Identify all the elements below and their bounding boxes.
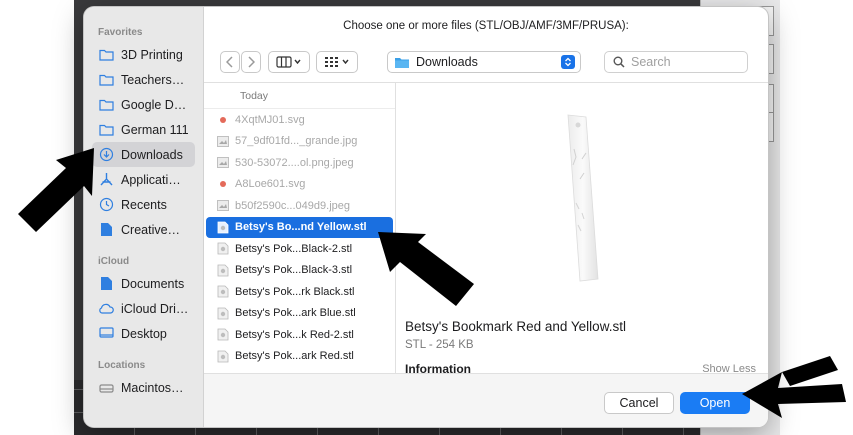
file-list[interactable]: Today 4XqtMJ01.svg 57_9df01fd..._grande.j… — [204, 83, 396, 373]
sidebar-item-label: iCloud Dri… — [121, 301, 189, 316]
file-name: 57_9df01fd..._grande.jpg — [235, 135, 358, 148]
folder-icon — [98, 47, 114, 63]
folder-icon — [98, 97, 114, 113]
annotation-arrow-icon — [18, 148, 94, 232]
sidebar-item-label: Google D… — [121, 97, 187, 112]
screen: Favorites 3D Printing Teachers… Google D… G… — [0, 0, 853, 435]
sidebar-item-german-111[interactable]: German 111 — [84, 117, 203, 142]
sidebar-item-label: Recents — [121, 197, 167, 212]
file-row[interactable]: 57_9df01fd..._grande.jpg — [204, 131, 395, 153]
folder-icon — [98, 72, 114, 88]
file-type-icon — [216, 285, 229, 298]
file-type-icon — [216, 199, 229, 212]
dialog-footer: Cancel Open — [204, 373, 768, 427]
file-type-icon — [216, 307, 229, 320]
file-row[interactable]: Betsy's Pok...ark Red.stl — [204, 346, 395, 368]
file-name: 530-53072....ol.png.jpeg — [235, 156, 354, 169]
preview-file-meta: STL - 254 KB — [405, 339, 474, 351]
folder-icon — [98, 122, 114, 138]
desktop-icon — [98, 326, 114, 342]
file-type-icon — [216, 264, 229, 277]
sidebar-item-label: Macintos… — [121, 380, 184, 395]
sidebar-item-teachers[interactable]: Teachers… — [84, 67, 203, 92]
sidebar-item-label: Documents — [121, 276, 185, 291]
sidebar-item-label: Creative… — [121, 222, 181, 237]
preview-filename: Betsy's Bookmark Red and Yellow.stl — [405, 319, 626, 334]
sidebar-item-label: 3D Printing — [121, 47, 183, 62]
location-popup[interactable]: Downloads — [387, 51, 581, 73]
file-name: Betsy's Pok...Black-2.stl — [235, 242, 353, 255]
file-row[interactable]: Betsy's Pok...ark Blue.stl — [204, 303, 395, 325]
file-name: Betsy's Bo...nd Yellow.stl — [235, 221, 367, 234]
sidebar-item-google-d[interactable]: Google D… — [84, 92, 203, 117]
file-name: 4XqtMJ01.svg — [235, 113, 305, 126]
sidebar-item-icloud-dri[interactable]: iCloud Dri… — [84, 296, 203, 321]
location-label: Downloads — [416, 55, 478, 69]
file-name: Betsy's Pok...ark Blue.stl — [235, 307, 356, 320]
file-row[interactable]: Betsy's Pok...k Red-2.stl — [204, 324, 395, 346]
file-name: Betsy's Pok...k Red-2.stl — [235, 328, 354, 341]
sidebar-item-label: Teachers… — [121, 72, 185, 87]
file-name: Betsy's Pok...ark Red.stl — [235, 350, 354, 363]
file-row[interactable]: b50f2590c...049d9.jpeg — [204, 195, 395, 217]
cancel-button[interactable]: Cancel — [604, 392, 674, 414]
sidebar-item-3d-printing[interactable]: 3D Printing — [84, 42, 203, 67]
sidebar-section-favorites: Favorites — [98, 27, 143, 38]
file-type-icon — [216, 113, 229, 126]
file-type-icon — [216, 242, 229, 255]
chevron-right-icon — [248, 56, 255, 68]
toolbar: Downloads Search — [204, 47, 768, 77]
file-name: A8Loe601.svg — [235, 178, 306, 191]
file-type-icon — [216, 328, 229, 341]
file-name: Betsy's Pok...Black-3.stl — [235, 264, 353, 277]
sidebar-item-label: Applicati… — [121, 172, 181, 187]
sidebar-item-label: Desktop — [121, 326, 167, 341]
sidebar-item-label: Downloads — [121, 147, 183, 162]
search-icon — [613, 56, 625, 68]
file-row[interactable]: 4XqtMJ01.svg — [204, 109, 395, 131]
sidebar-section-locations: Locations — [98, 360, 146, 371]
annotation-arrow-icon — [742, 356, 846, 418]
file-type-icon — [216, 178, 229, 191]
forward-button[interactable] — [241, 51, 261, 73]
document-icon — [98, 276, 114, 292]
file-type-icon — [216, 135, 229, 148]
sidebar-item-documents[interactable]: Documents — [84, 271, 203, 296]
annotation-arrow-icon — [378, 232, 474, 306]
dialog-title: Choose one or more files (STL/OBJ/AMF/3M… — [343, 20, 629, 32]
bookmark-preview-image — [567, 114, 599, 282]
disk-icon — [98, 380, 114, 396]
cloud-icon — [98, 301, 114, 317]
back-button[interactable] — [220, 51, 240, 73]
sidebar-item-label: German 111 — [121, 122, 189, 137]
search-field[interactable]: Search — [604, 51, 748, 73]
view-columns-button[interactable] — [268, 51, 310, 73]
file-type-icon — [216, 221, 229, 234]
file-type-icon — [216, 156, 229, 169]
folder-icon — [395, 57, 409, 68]
file-name: Betsy's Pok...rk Black.stl — [235, 285, 355, 298]
grid-view-icon — [325, 57, 349, 67]
file-row[interactable]: Betsy's Pok...Black-3.stl — [204, 260, 395, 282]
sidebar-section-icloud: iCloud — [98, 256, 130, 267]
file-row[interactable]: A8Loe601.svg — [204, 174, 395, 196]
file-open-dialog: Favorites 3D Printing Teachers… Google D… G… — [84, 7, 768, 427]
chevron-updown-icon — [565, 57, 571, 67]
location-stepper[interactable] — [561, 55, 575, 69]
group-by-button[interactable] — [316, 51, 358, 73]
file-group-header: Today — [204, 83, 395, 109]
sidebar-item-desktop[interactable]: Desktop — [84, 321, 203, 346]
sidebar-item-macintos[interactable]: Macintos… — [84, 375, 203, 400]
file-row[interactable]: 530-53072....ol.png.jpeg — [204, 152, 395, 174]
file-row[interactable]: Betsy's Pok...Black-2.stl — [204, 238, 395, 260]
file-name: b50f2590c...049d9.jpeg — [235, 199, 350, 212]
search-placeholder: Search — [631, 55, 671, 69]
file-row[interactable]: Betsy's Pok...rk Black.stl — [204, 281, 395, 303]
columns-view-icon — [276, 56, 301, 68]
file-type-icon — [216, 350, 229, 363]
sidebar-item-downloads[interactable]: Downloads — [92, 142, 195, 167]
file-row[interactable]: Betsy's Bo...nd Yellow.stl — [206, 216, 393, 238]
chevron-left-icon — [226, 56, 233, 68]
